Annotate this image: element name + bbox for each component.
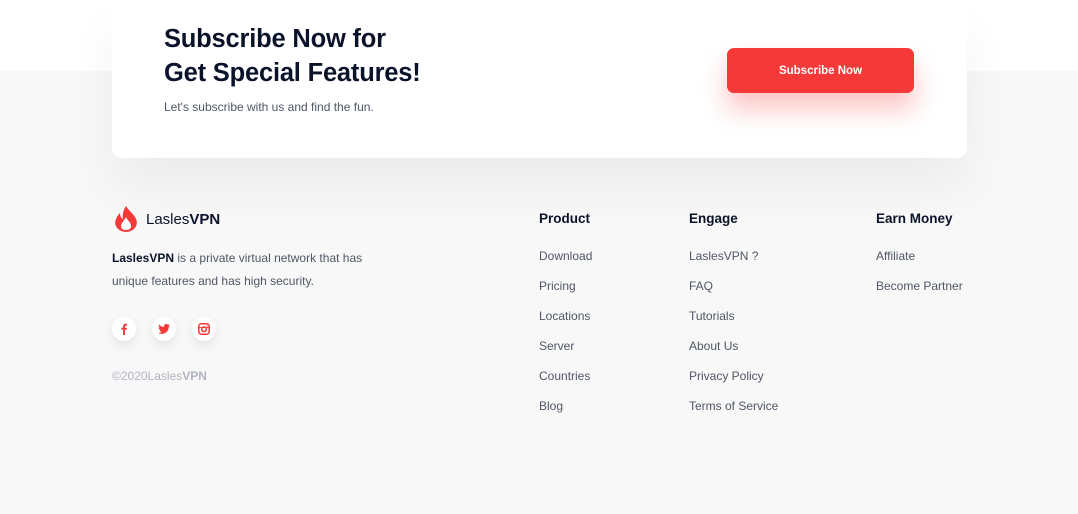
footer-column-engage: Engage LaslesVPN ? FAQ Tutorials About U… <box>689 211 778 429</box>
facebook-icon <box>121 323 128 335</box>
footer-link-become-partner[interactable]: Become Partner <box>876 279 963 309</box>
footer-link-privacy-policy[interactable]: Privacy Policy <box>689 369 778 399</box>
footer-link-tutorials[interactable]: Tutorials <box>689 309 778 339</box>
footer-link-terms-of-service[interactable]: Terms of Service <box>689 399 778 429</box>
twitter-button[interactable] <box>152 317 176 341</box>
subscribe-title-line2: Get Special Features! <box>164 59 421 87</box>
footer-column-product: Product Download Pricing Locations Serve… <box>539 211 592 429</box>
copyright: ©2020LaslesVPN <box>112 369 207 383</box>
brand-description-name: LaslesVPN <box>112 251 175 265</box>
brand-name: LaslesVPN <box>146 211 220 228</box>
brand-name-light: Lasles <box>146 210 190 228</box>
footer-link-affiliate[interactable]: Affiliate <box>876 249 963 279</box>
instagram-icon <box>198 323 210 335</box>
footer-link-laslesvpn[interactable]: LaslesVPN ? <box>689 249 778 279</box>
subscribe-title: Subscribe Now for Get Special Features! <box>164 22 524 90</box>
footer-column-title: Earn Money <box>876 211 953 226</box>
footer-link-pricing[interactable]: Pricing <box>539 279 592 309</box>
social-links <box>112 317 232 341</box>
copyright-light: ©2020Lasles <box>112 369 183 383</box>
brand-description: LaslesVPN is a private virtual network t… <box>112 247 372 293</box>
subscribe-now-button[interactable]: Subscribe Now <box>727 48 914 93</box>
brand[interactable]: LaslesVPN <box>112 205 220 233</box>
footer-link-server[interactable]: Server <box>539 339 592 369</box>
footer-link-countries[interactable]: Countries <box>539 369 592 399</box>
footer-link-locations[interactable]: Locations <box>539 309 592 339</box>
footer-column-title: Product <box>539 211 591 226</box>
footer-column-earn-money: Earn Money Affiliate Become Partner <box>876 211 963 309</box>
instagram-button[interactable] <box>192 317 216 341</box>
facebook-button[interactable] <box>112 317 136 341</box>
subscribe-card: Subscribe Now for Get Special Features! … <box>112 0 967 158</box>
footer-column-title: Engage <box>689 211 738 226</box>
twitter-icon <box>158 324 170 334</box>
footer-link-faq[interactable]: FAQ <box>689 279 778 309</box>
brand-name-bold: VPN <box>189 210 221 228</box>
subscribe-title-line1: Subscribe Now for <box>164 25 386 53</box>
subscribe-description: Let's subscribe with us and find the fun… <box>164 100 374 114</box>
logo-flame-icon <box>115 206 137 232</box>
footer-link-blog[interactable]: Blog <box>539 399 592 429</box>
footer-link-about-us[interactable]: About Us <box>689 339 778 369</box>
footer-link-download[interactable]: Download <box>539 249 592 279</box>
copyright-bold: VPN <box>182 369 207 383</box>
